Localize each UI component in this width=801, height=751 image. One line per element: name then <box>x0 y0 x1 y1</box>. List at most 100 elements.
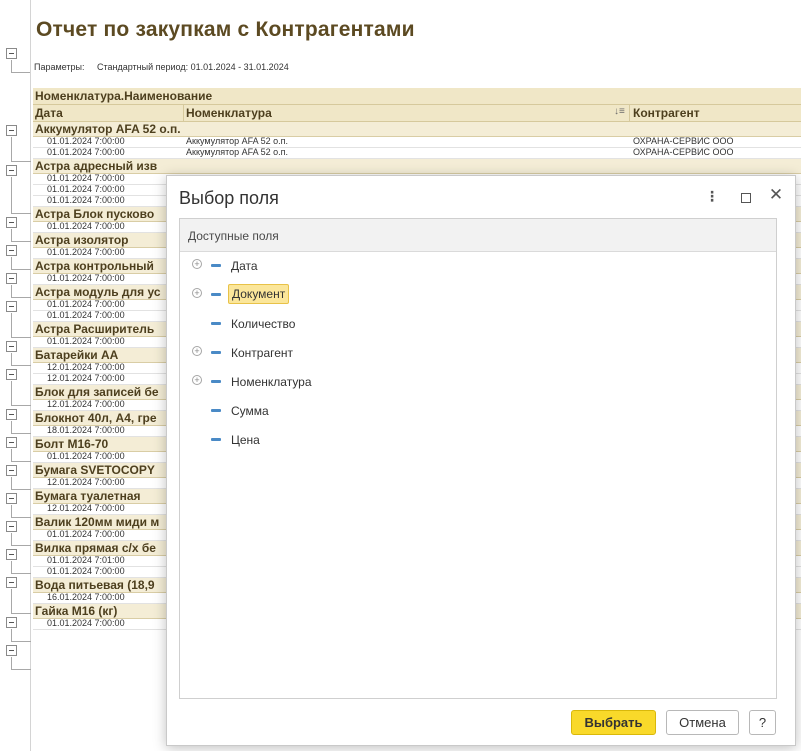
field-label[interactable]: Номенклатура <box>228 373 315 391</box>
group-name: Гайка М16 (кг) <box>35 604 118 618</box>
params-value: Стандартный период: 01.01.2024 - 31.01.2… <box>97 62 289 72</box>
available-fields-header: Доступные поля <box>180 219 776 252</box>
header-grouping: Номенклатура.Наименование <box>35 89 213 103</box>
field-label[interactable]: Документ <box>228 284 290 304</box>
field-item[interactable]: + Номенклатура <box>190 370 490 394</box>
group-name: Болт М16-70 <box>35 437 109 451</box>
field-label[interactable]: Цена <box>228 431 263 449</box>
header-counterparty[interactable]: Контрагент <box>633 106 700 120</box>
field-item[interactable]: + Контрагент <box>190 341 490 365</box>
cancel-button[interactable]: Отмена <box>666 710 739 735</box>
group-name: Блокнот 40л, А4, гре <box>35 411 157 425</box>
group-collapse-icon[interactable] <box>6 273 17 284</box>
group-collapse-icon[interactable] <box>6 369 17 380</box>
group-collapse-icon[interactable] <box>6 301 17 312</box>
cell-date: 12.01.2024 7:00:00 <box>47 400 125 409</box>
group-collapse-icon[interactable] <box>6 125 17 136</box>
field-item[interactable]: + Документ <box>190 283 490 307</box>
cell-date: 01.01.2024 7:00:00 <box>47 311 125 320</box>
field-item[interactable]: Сумма <box>190 399 490 423</box>
field-type-icon <box>211 264 221 267</box>
group-name: Валик 120мм миди м <box>35 515 160 529</box>
cell-date: 18.01.2024 7:00:00 <box>47 426 125 435</box>
group-row: Аккумулятор AFA 52 о.п. <box>33 122 801 137</box>
field-type-icon <box>211 351 221 354</box>
field-label[interactable]: Контрагент <box>228 344 296 362</box>
sort-ascending-icon[interactable]: ↓≡ <box>614 106 625 117</box>
report-title: Отчет по закупкам с Контрагентами <box>36 18 415 41</box>
cell-date: 01.01.2024 7:00:00 <box>47 300 125 309</box>
cell-date: 01.01.2024 7:00:00 <box>47 248 125 257</box>
group-name: Вилка прямая с/х бе <box>35 541 156 555</box>
group-name: Астра Блок пусково <box>35 207 155 221</box>
cell-date: 01.01.2024 7:00:00 <box>47 174 125 183</box>
field-item[interactable]: Цена <box>190 428 490 452</box>
report-parameters: Параметры: Стандартный период: 01.01.202… <box>34 62 289 72</box>
field-type-icon <box>211 322 221 325</box>
group-name: Бумага SVETOCOPY <box>35 463 155 477</box>
group-collapse-icon[interactable] <box>6 577 17 588</box>
select-button[interactable]: Выбрать <box>571 710 656 735</box>
report-collapse-icon[interactable] <box>6 48 17 59</box>
group-collapse-icon[interactable] <box>6 341 17 352</box>
group-name: Аккумулятор AFA 52 о.п. <box>35 122 181 136</box>
table-row[interactable]: 01.01.2024 7:00:00 Аккумулятор AFA 52 о.п… <box>33 148 801 159</box>
header-row-grouping: Номенклатура.Наименование <box>33 88 801 105</box>
more-menu-icon[interactable]: ⋮ <box>703 188 721 205</box>
field-item[interactable]: + Дата <box>190 254 490 278</box>
group-collapse-icon[interactable] <box>6 549 17 560</box>
cell-date: 01.01.2024 7:00:00 <box>47 137 125 146</box>
dialog-title: Выбор поля <box>179 188 279 208</box>
field-type-icon <box>211 293 221 296</box>
cell-date: 01.01.2024 7:00:00 <box>47 148 125 157</box>
group-collapse-icon[interactable] <box>6 617 17 628</box>
group-collapse-icon[interactable] <box>6 437 17 448</box>
cell-date: 01.01.2024 7:00:00 <box>47 222 125 231</box>
close-icon[interactable]: ✕ <box>767 185 785 205</box>
group-name: Бумага туалетная <box>35 489 141 503</box>
expand-plus-icon[interactable]: + <box>192 259 202 269</box>
cell-date: 12.01.2024 7:00:00 <box>47 504 125 513</box>
group-name: Астра контрольный <box>35 259 154 273</box>
expand-plus-icon[interactable]: + <box>192 288 202 298</box>
field-label[interactable]: Дата <box>228 257 261 275</box>
group-name: Астра изолятор <box>35 233 129 247</box>
group-collapse-icon[interactable] <box>6 493 17 504</box>
field-type-icon <box>211 438 221 441</box>
group-collapse-icon[interactable] <box>6 645 17 656</box>
cell-counterparty: ОХРАНА-СЕРВИС ООО <box>633 148 734 157</box>
group-name: Астра модуль для ус <box>35 285 161 299</box>
cell-item: Аккумулятор AFA 52 о.п. <box>186 137 289 146</box>
table-row[interactable]: 01.01.2024 7:00:00 Аккумулятор AFA 52 о.п… <box>33 137 801 148</box>
field-label[interactable]: Количество <box>228 315 298 333</box>
available-fields-panel: Доступные поля + Дата + Документ Количество +… <box>179 218 777 699</box>
cell-date: 16.01.2024 7:00:00 <box>47 593 125 602</box>
group-collapse-icon[interactable] <box>6 217 17 228</box>
params-label: Параметры: <box>34 62 85 72</box>
group-collapse-icon[interactable] <box>6 165 17 176</box>
group-collapse-icon[interactable] <box>6 409 17 420</box>
cell-date: 01.01.2024 7:00:00 <box>47 337 125 346</box>
cell-date: 01.01.2024 7:00:00 <box>47 619 125 628</box>
group-name: Астра адресный изв <box>35 159 158 173</box>
cell-date: 01.01.2024 7:00:00 <box>47 185 125 194</box>
header-row-columns: Дата Номенклатура ↓≡ Контрагент <box>33 105 801 122</box>
cell-date: 01.01.2024 7:00:00 <box>47 567 125 576</box>
group-collapse-icon[interactable] <box>6 521 17 532</box>
group-collapse-icon[interactable] <box>6 245 17 256</box>
field-type-icon <box>211 380 221 383</box>
field-type-icon <box>211 409 221 412</box>
expand-plus-icon[interactable]: + <box>192 346 202 356</box>
help-button[interactable]: ? <box>749 710 776 735</box>
cell-date: 01.01.2024 7:00:00 <box>47 452 125 461</box>
expand-plus-icon[interactable]: + <box>192 375 202 385</box>
cell-item: Аккумулятор AFA 52 о.п. <box>186 148 289 157</box>
header-date[interactable]: Дата <box>35 106 63 120</box>
field-label[interactable]: Сумма <box>228 402 272 420</box>
header-item[interactable]: Номенклатура <box>186 106 272 120</box>
maximize-icon[interactable] <box>741 193 751 203</box>
field-item[interactable]: Количество <box>190 312 490 336</box>
group-collapse-icon[interactable] <box>6 465 17 476</box>
group-row: Астра адресный изв <box>33 159 801 174</box>
cell-date: 01.01.2024 7:00:00 <box>47 196 125 205</box>
